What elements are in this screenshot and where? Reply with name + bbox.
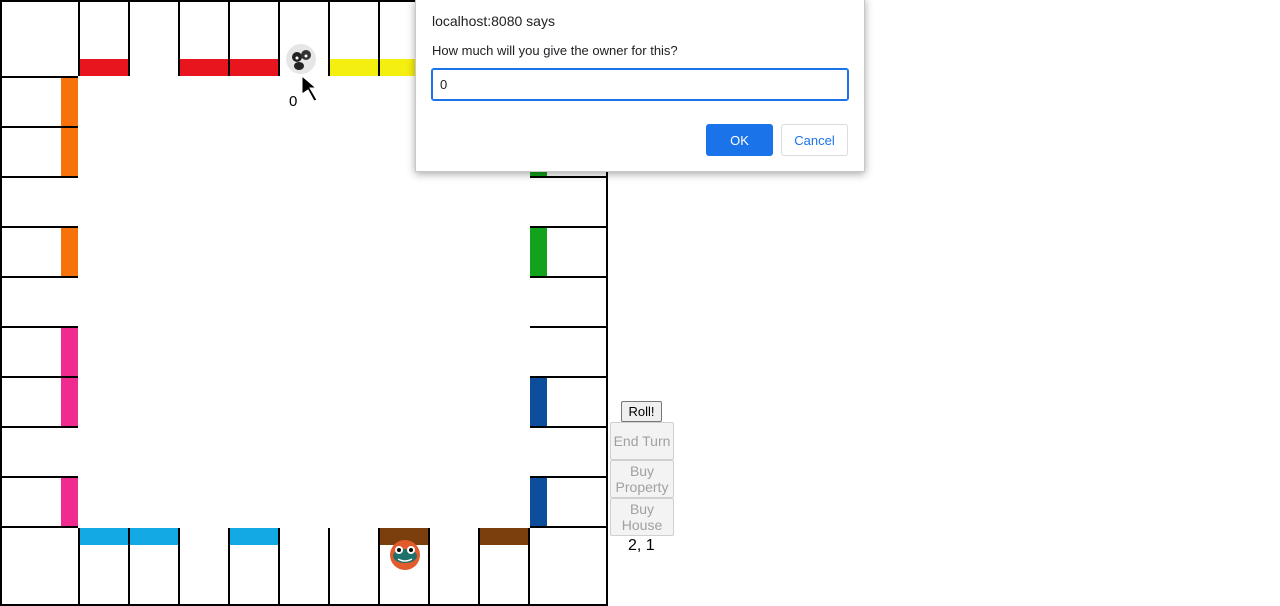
board-square (528, 326, 608, 378)
corner-square-bottom-left (0, 526, 80, 606)
buy-house-button[interactable]: Buy House (610, 498, 674, 536)
color-band-light-blue (130, 528, 178, 545)
color-band-red (230, 59, 278, 76)
board-square (278, 526, 330, 606)
board-square (528, 176, 608, 228)
board-square (528, 276, 608, 328)
frog-token-icon (390, 540, 420, 570)
dialog-title: localhost:8080 says (432, 13, 555, 29)
board-square (128, 0, 180, 78)
prompt-dialog: localhost:8080 says How much will you gi… (415, 0, 865, 172)
color-band-orange (61, 128, 78, 176)
color-band-blue (530, 478, 547, 526)
board-square (528, 426, 608, 478)
color-band-light-blue (230, 528, 278, 545)
corner-square-top-left (0, 0, 80, 78)
cursor-arrow-icon (300, 74, 320, 107)
dialog-message: How much will you give the owner for thi… (432, 43, 678, 58)
board-square (178, 526, 230, 606)
color-band-pink (61, 478, 78, 526)
position-readout: 2, 1 (628, 537, 655, 554)
color-band-pink (61, 378, 78, 426)
color-band-blue (530, 378, 547, 426)
board-square (0, 426, 80, 478)
color-band-brown (480, 528, 528, 545)
board-square (428, 526, 480, 606)
board-square (0, 176, 80, 228)
color-band-green (530, 228, 547, 276)
buy-property-button[interactable]: Buy Property (610, 460, 674, 498)
board-square (328, 526, 380, 606)
end-turn-button[interactable]: End Turn (610, 422, 674, 460)
roll-button[interactable]: Roll! (621, 401, 662, 422)
color-band-pink (61, 328, 78, 376)
color-band-red (180, 59, 228, 76)
color-band-orange (61, 228, 78, 276)
player-money: 0 (289, 93, 298, 110)
color-band-yellow (380, 59, 418, 76)
color-band-yellow (330, 59, 378, 76)
ok-button[interactable]: OK (706, 124, 773, 156)
board-square (0, 276, 80, 328)
corner-square-bottom-right (528, 526, 608, 606)
color-band-red (80, 59, 128, 76)
amount-input[interactable] (431, 68, 849, 101)
dog-token-icon (286, 44, 316, 74)
color-band-light-blue (80, 528, 128, 545)
color-band-orange (61, 78, 78, 126)
cancel-button[interactable]: Cancel (781, 124, 848, 156)
